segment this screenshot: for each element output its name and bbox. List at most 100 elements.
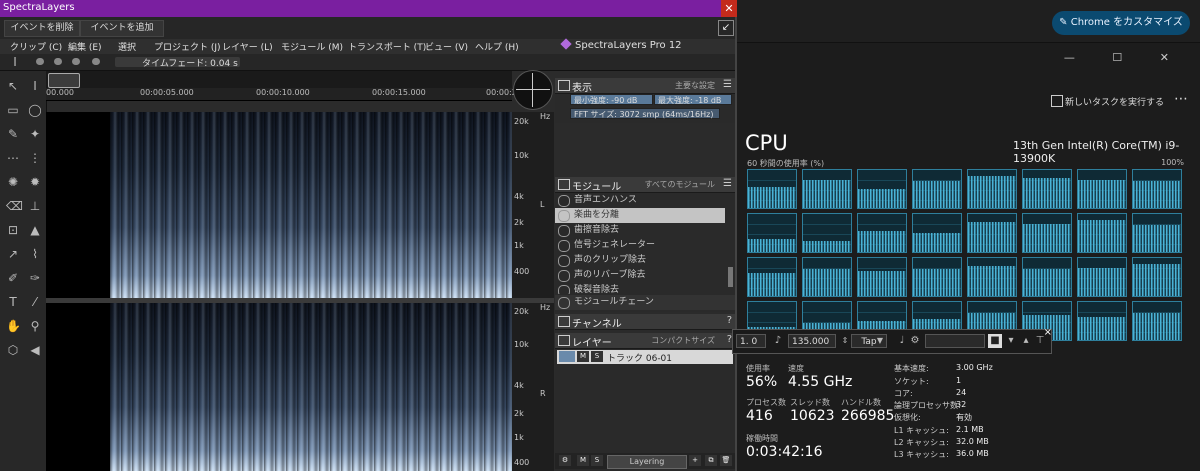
layer-panel-header[interactable]: レイヤー コンパクトサイズ ?	[555, 333, 735, 349]
run-new-task-button[interactable]: 新しいタスクを実行する	[1065, 95, 1164, 108]
lock-icon[interactable]: ■	[988, 334, 1002, 348]
brush-shape-3-icon[interactable]	[72, 58, 80, 65]
smudge-icon[interactable]: ⌇	[28, 247, 42, 261]
metronome-icon[interactable]: ♪	[771, 334, 785, 348]
heal-icon[interactable]: ↗	[6, 247, 20, 261]
marker-icon[interactable]: ✑	[28, 271, 42, 285]
position-field[interactable]: 1. 0	[736, 334, 766, 348]
brush-select-icon[interactable]: ✎	[6, 127, 20, 141]
cube-icon[interactable]: ⬡	[6, 343, 20, 357]
pen-icon[interactable]: ✐	[6, 271, 20, 285]
overview-selection[interactable]	[48, 73, 80, 88]
close-button[interactable]: ✕	[721, 0, 737, 17]
add-event-button[interactable]: イベントを追加	[80, 20, 164, 37]
click-icon[interactable]: ♩	[895, 334, 909, 348]
spectrogram-right[interactable]	[46, 303, 512, 471]
spectrogram-left[interactable]	[46, 112, 512, 298]
eraser-icon[interactable]: ⌫	[6, 199, 23, 213]
menu-clip[interactable]: クリップ (C)	[10, 40, 62, 53]
brush-shape-1-icon[interactable]	[36, 58, 44, 65]
time-select-icon[interactable]: I	[28, 79, 42, 93]
menu-icon[interactable]: ☰	[723, 79, 732, 90]
lasso-icon[interactable]: ◯	[28, 103, 42, 117]
burst-icon[interactable]: ✹	[28, 175, 42, 189]
window-controls[interactable]: — ☐ ✕	[1064, 51, 1186, 64]
customize-chrome-button[interactable]: ✎ Chrome をカスタマイズ	[1052, 11, 1190, 35]
module-item[interactable]: 声のクリップ除去	[555, 253, 725, 268]
module-item[interactable]: 歯擦音除去	[555, 223, 725, 238]
display-preset[interactable]: 主要な設定	[675, 80, 715, 91]
module-chain[interactable]: モジュールチェーン	[555, 295, 735, 310]
solo-button[interactable]: S	[591, 351, 603, 362]
dropdown-icon[interactable]: ▼	[873, 334, 887, 348]
magic-wand-icon[interactable]: ✦	[28, 127, 42, 141]
blend-mode-select[interactable]: Layering	[607, 455, 687, 469]
fft-size-slider[interactable]: FFT サイズ: 3072 smp (64ms/16Hz)	[570, 108, 720, 119]
min-intensity-slider[interactable]: 最小強度: -90 dB	[570, 94, 653, 105]
module-item-selected[interactable]: 楽曲を分離	[555, 208, 725, 223]
solo-button[interactable]: S	[591, 455, 603, 466]
menu-edit[interactable]: 編集 (E)	[68, 40, 102, 53]
clone-icon[interactable]: ⊡	[6, 223, 20, 237]
transport-close-icon[interactable]: ×	[1044, 327, 1052, 338]
marker-down-icon[interactable]: ▾	[1004, 334, 1018, 348]
eyedropper-icon[interactable]: ⁄	[28, 295, 42, 309]
duplicate-layer-icon[interactable]: ⧉	[705, 455, 717, 466]
layer-settings-icon[interactable]: ⚙	[559, 455, 571, 466]
run-task-icon[interactable]	[1051, 95, 1063, 107]
module-panel-header[interactable]: モジュール すべてのモジュール ☰	[555, 177, 735, 193]
menu-view[interactable]: ビュー (V)	[425, 40, 468, 53]
add-layer-icon[interactable]: +	[689, 455, 701, 466]
overview-bar[interactable]	[46, 71, 512, 88]
module-item[interactable]: 破裂音除去	[555, 283, 725, 294]
menu-transport[interactable]: トランスポート (T)	[348, 40, 426, 53]
spec-value: 有効	[956, 413, 972, 422]
arrow-corner-icon[interactable]: ↙	[718, 20, 734, 36]
module-item[interactable]: 声のリバーブ除去	[555, 268, 725, 283]
text-tool-icon[interactable]: T	[6, 295, 20, 309]
rectangle-select-icon[interactable]: ▭	[6, 103, 20, 117]
module-item[interactable]: 音声エンハンス	[555, 193, 725, 208]
module-item-label: 声のクリップ除去	[574, 255, 647, 265]
help-icon[interactable]: ?	[727, 315, 732, 326]
mute-button[interactable]: M	[577, 351, 589, 362]
menu-layer[interactable]: レイヤー (L)	[222, 40, 273, 53]
settings-icon[interactable]: ⚙	[908, 334, 922, 348]
menu-icon[interactable]: ☰	[723, 178, 732, 189]
fill-icon[interactable]: ▲	[28, 223, 42, 237]
module-filter[interactable]: すべてのモジュール	[644, 179, 715, 190]
tempo-field[interactable]: 135.000	[788, 334, 836, 348]
tempo-spin-icon[interactable]: ⇕	[838, 334, 852, 348]
frequency-select-icon[interactable]: ⋯	[6, 151, 20, 165]
pointer-icon[interactable]: ↖	[6, 79, 20, 93]
brush-shape-4-icon[interactable]	[92, 58, 100, 65]
hand-icon[interactable]: ✋	[6, 319, 21, 333]
delete-layer-icon[interactable]: 🗑	[720, 455, 732, 466]
mute-button[interactable]: M	[577, 455, 589, 466]
layer-row[interactable]: M S トラック 06-01	[557, 350, 733, 364]
module-item[interactable]: 信号ジェネレーター	[555, 238, 725, 253]
max-intensity-slider[interactable]: 最大強度: -18 dB	[654, 94, 732, 105]
speaker-icon[interactable]: ◀	[28, 343, 42, 357]
delete-event-button[interactable]: イベントを削除	[4, 20, 80, 37]
menu-help[interactable]: ヘルプ (H)	[475, 40, 519, 53]
marker-up-icon[interactable]: ▴	[1019, 334, 1033, 348]
zoom-icon[interactable]: ⚲	[28, 319, 42, 333]
menu-module[interactable]: モジュール (M)	[281, 40, 343, 53]
more-options-icon[interactable]: ⋯	[1174, 91, 1188, 107]
time-field[interactable]	[925, 334, 985, 348]
window-title: SpectraLayers	[3, 2, 75, 13]
menu-project[interactable]: プロジェクト (J)	[154, 40, 221, 53]
channel-panel-header[interactable]: チャンネル ?	[555, 314, 735, 330]
stamp-icon[interactable]: ⊥	[28, 199, 42, 213]
module-scrollbar[interactable]	[728, 267, 733, 287]
harmonic-select-icon[interactable]: ⋮	[28, 151, 42, 165]
navigation-compass[interactable]	[513, 70, 553, 110]
menu-select[interactable]: 選択	[118, 40, 136, 53]
text-cursor-icon[interactable]: I	[8, 55, 22, 69]
display-panel-header[interactable]: 表示 主要な設定 ☰	[555, 78, 735, 94]
brush-shape-2-icon[interactable]	[54, 58, 62, 65]
layer-size-option[interactable]: コンパクトサイズ	[651, 335, 715, 346]
transient-icon[interactable]: ✺	[6, 175, 20, 189]
time-ruler[interactable]: 00.000 00:00:05.000 00:00:10.000 00:00:1…	[46, 88, 522, 101]
